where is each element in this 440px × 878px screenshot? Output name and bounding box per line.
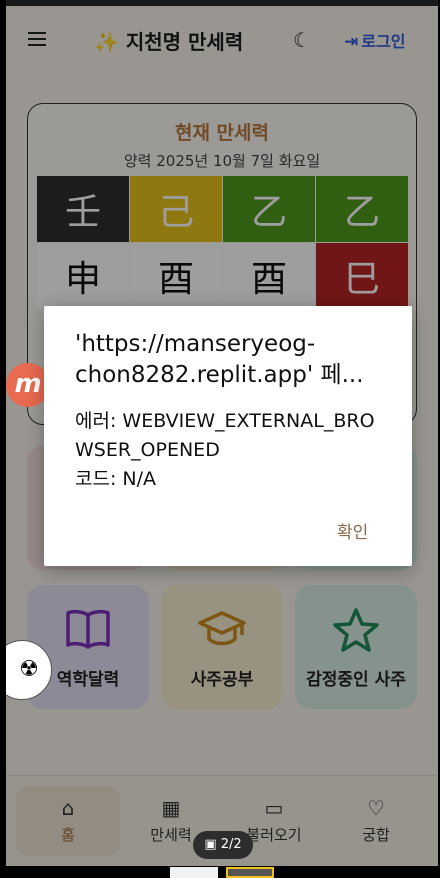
viewer-bottom-bar (0, 866, 440, 878)
dialog-message: 에러: WEBVIEW_EXTERNAL_BROWSER_OPENED 코드: … (75, 407, 385, 494)
error-dialog: 'https://manseryeog-chon8282.replit.app'… (44, 306, 412, 566)
ok-button[interactable]: 확인 (337, 518, 368, 543)
dialog-code-line: 코드: N/A (75, 468, 157, 490)
app-screen: ✨ 지천명 만세력 ☾ ⇥ 로그인 현재 만세력 양력 2025년 10월 7일 … (6, 0, 438, 866)
page-indicator-text: 2/2 (220, 837, 242, 852)
thumbnail-2[interactable] (226, 867, 274, 878)
dialog-error-line: 에러: WEBVIEW_EXTERNAL_BROWSER_OPENED (75, 410, 375, 461)
page-indicator: ▣ 2/2 (193, 831, 253, 859)
dialog-title: 'https://manseryeog-chon8282.replit.app'… (75, 331, 364, 388)
thumbnail-1[interactable] (170, 867, 218, 878)
gallery-icon: ▣ (204, 837, 221, 852)
m-logo: m (14, 369, 42, 399)
